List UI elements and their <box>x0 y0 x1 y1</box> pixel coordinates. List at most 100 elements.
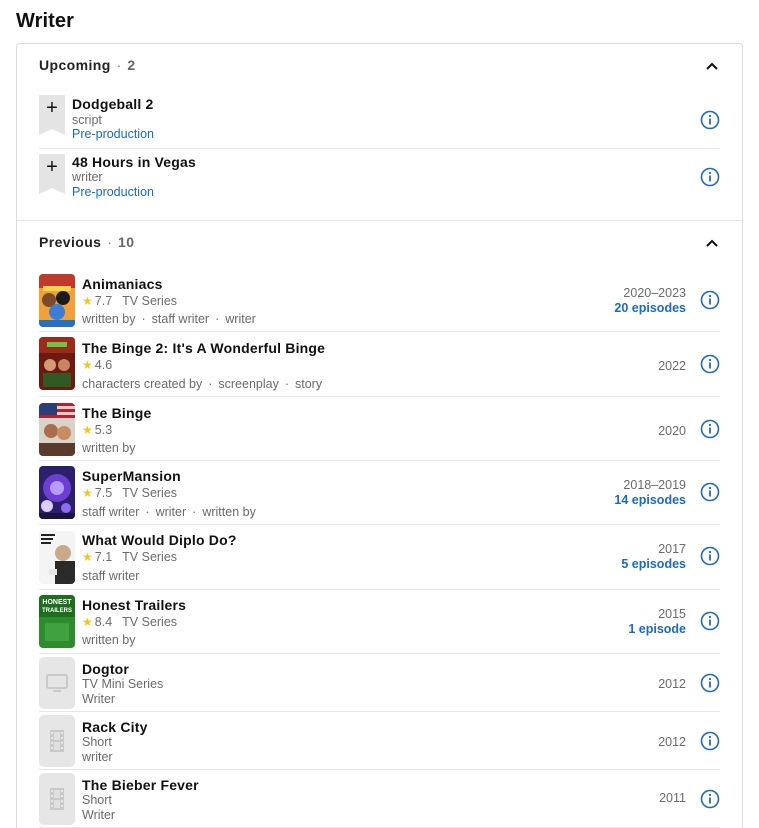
upcoming-count: 2 <box>127 57 136 73</box>
item-years: 2012 <box>658 735 686 749</box>
film-icon <box>39 715 75 767</box>
list-item[interactable]: The Binge ★ 5.3 written by 2020 <box>39 397 720 461</box>
section-divider <box>17 220 742 221</box>
list-item[interactable]: What Would Diplo Do? ★ 7.1 TV Series staff… <box>39 525 720 590</box>
item-years: 2018–2019 <box>623 478 686 492</box>
item-credits: written by <box>82 441 136 455</box>
list-item[interactable]: The Bieber Fever Short Writer 2011 <box>39 770 720 828</box>
previous-label: Previous <box>39 234 102 250</box>
item-rating: ★ 8.4 TV Series <box>82 615 178 629</box>
upcoming-label: Upcoming <box>39 57 111 73</box>
add-to-watchlist-button[interactable]: + <box>39 95 65 135</box>
diplo-poster[interactable] <box>39 531 75 584</box>
chevron-up-icon[interactable] <box>704 58 720 74</box>
item-rating: ★ 7.1 TV Series <box>82 550 178 564</box>
poster-text-line2: TRAILERS <box>42 608 72 614</box>
info-icon[interactable] <box>700 789 720 809</box>
binge2-poster[interactable] <box>39 337 75 390</box>
item-role: Writer <box>82 692 116 706</box>
previous-heading: Previous · 10 <box>39 234 135 250</box>
item-episodes[interactable]: 20 episodes <box>614 301 686 315</box>
item-years: 2022 <box>658 359 686 373</box>
item-title[interactable]: Animaniacs <box>82 276 163 292</box>
star-icon: ★ <box>82 615 93 629</box>
item-role: script <box>72 113 102 127</box>
info-icon[interactable] <box>700 167 720 187</box>
item-years: 2011 <box>659 791 686 805</box>
upcoming-section-header[interactable]: Upcoming · 2 <box>39 55 720 77</box>
item-status: Pre-production <box>72 185 154 199</box>
item-credits: written by · staff writer · writer <box>82 312 256 326</box>
item-title[interactable]: Honest Trailers <box>82 597 186 613</box>
item-years: 2020–2023 <box>623 286 686 300</box>
item-credits: written by <box>82 633 136 647</box>
info-icon[interactable] <box>700 611 720 631</box>
star-icon: ★ <box>82 358 93 372</box>
list-item[interactable]: Animaniacs ★ 7.7 TV Series written by · staf… <box>39 269 720 332</box>
list-item[interactable]: + 48 Hours in Vegas writer Pre-productio… <box>39 149 720 206</box>
info-icon[interactable] <box>700 354 720 374</box>
star-icon: ★ <box>82 486 93 500</box>
item-years: 2020 <box>658 424 686 438</box>
item-credits: staff writer · writer · written by <box>82 505 256 519</box>
upcoming-heading: Upcoming · 2 <box>39 57 136 73</box>
plus-icon: + <box>46 97 58 119</box>
item-title[interactable]: What Would Diplo Do? <box>82 532 237 548</box>
item-credits: characters created by · screenplay · story <box>82 377 323 391</box>
list-item[interactable]: + Dodgeball 2 script Pre-production <box>39 95 720 149</box>
item-title[interactable]: Dodgeball 2 <box>72 96 154 112</box>
item-type: Short <box>82 793 112 807</box>
binge-poster[interactable] <box>39 403 75 456</box>
item-type: Short <box>82 735 112 749</box>
page-title: Writer <box>16 10 75 32</box>
star-icon: ★ <box>82 294 93 308</box>
list-item[interactable]: The Binge 2: It's A Wonderful Binge ★ 4.6… <box>39 332 720 397</box>
info-icon[interactable] <box>700 482 720 502</box>
poster-text-line1: HONEST <box>42 599 72 606</box>
item-title[interactable]: 48 Hours in Vegas <box>72 154 196 170</box>
animaniacs-poster[interactable] <box>39 274 75 327</box>
item-rating: ★ 7.5 TV Series <box>82 486 178 500</box>
tv-icon <box>39 657 75 709</box>
list-item[interactable]: Dogtor TV Mini Series Writer 2012 <box>39 654 720 712</box>
list-item[interactable]: HONEST TRAILERS Honest Trailers ★ 8.4 TV S… <box>39 590 720 654</box>
supermansion-poster[interactable] <box>39 466 75 519</box>
credits-card: Upcoming · 2 + Dodgeball 2 script Pre-prod… <box>16 43 743 828</box>
item-years: 2012 <box>658 677 686 691</box>
item-title[interactable]: The Bieber Fever <box>82 777 199 793</box>
info-icon[interactable] <box>700 290 720 310</box>
info-icon[interactable] <box>700 731 720 751</box>
info-icon[interactable] <box>700 546 720 566</box>
item-title[interactable]: Dogtor <box>82 661 129 677</box>
info-icon[interactable] <box>700 419 720 439</box>
list-item[interactable]: SuperMansion ★ 7.5 TV Series staff writer ·… <box>39 461 720 525</box>
item-years: 2017 <box>658 542 686 556</box>
item-credits: staff writer <box>82 569 140 583</box>
item-episodes[interactable]: 1 episode <box>628 622 686 636</box>
item-role: writer <box>82 750 113 764</box>
item-title[interactable]: SuperMansion <box>82 468 181 484</box>
item-title[interactable]: The Binge <box>82 405 151 421</box>
previous-section-header[interactable]: Previous · 10 <box>39 232 720 254</box>
star-icon: ★ <box>82 550 93 564</box>
item-episodes[interactable]: 14 episodes <box>614 493 686 507</box>
item-role: Writer <box>82 808 116 822</box>
film-icon <box>39 773 75 825</box>
previous-count: 10 <box>118 234 135 250</box>
item-title[interactable]: The Binge 2: It's A Wonderful Binge <box>82 340 325 356</box>
item-rating: ★ 5.3 <box>82 423 113 437</box>
item-episodes[interactable]: 5 episodes <box>621 557 686 571</box>
list-item[interactable]: Rack City Short writer 2012 <box>39 712 720 770</box>
chevron-up-icon[interactable] <box>704 235 720 251</box>
honest-trailers-poster[interactable]: HONEST TRAILERS <box>39 595 75 648</box>
item-rating: ★ 7.7 TV Series <box>82 294 178 308</box>
item-status: Pre-production <box>72 127 154 141</box>
item-title[interactable]: Rack City <box>82 719 148 735</box>
info-icon[interactable] <box>700 673 720 693</box>
item-type: TV Mini Series <box>82 677 164 691</box>
add-to-watchlist-button[interactable]: + <box>39 154 65 194</box>
info-icon[interactable] <box>700 110 720 130</box>
item-years: 2015 <box>658 607 686 621</box>
item-rating: ★ 4.6 <box>82 358 113 372</box>
item-role: writer <box>72 170 103 184</box>
